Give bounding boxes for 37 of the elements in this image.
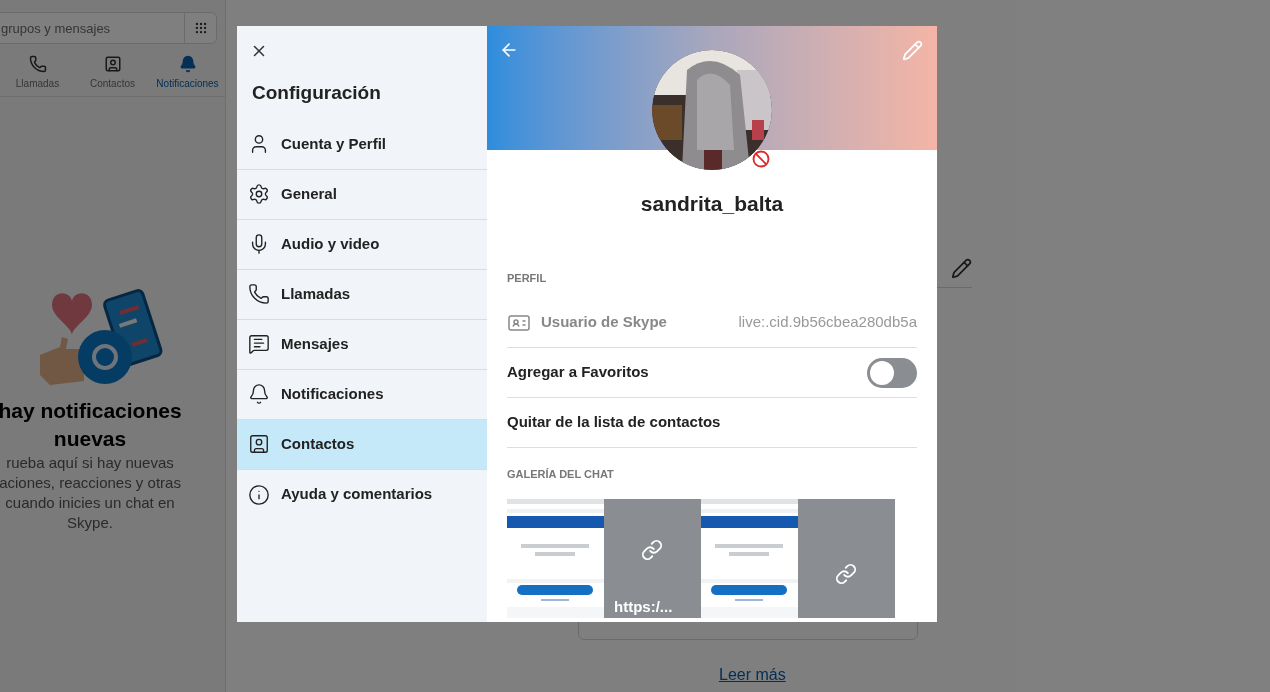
phone-icon: [248, 283, 270, 305]
edit-button[interactable]: [902, 40, 923, 61]
pencil-icon: [951, 258, 972, 279]
settings-nav-item[interactable]: Contactos: [237, 419, 487, 470]
phone-icon: [28, 55, 47, 73]
info-icon: [248, 483, 270, 506]
search-field[interactable]: grupos y mensajes: [0, 12, 217, 44]
remove-contact-button[interactable]: Quitar de la lista de contactos: [507, 398, 917, 448]
field-label: Usuario de Skype: [541, 312, 667, 333]
dialpad-icon: [193, 21, 208, 35]
contact-card-icon: [248, 433, 270, 455]
link-icon: [835, 562, 857, 585]
bell-icon: [248, 383, 270, 405]
contact-card-icon: [103, 55, 122, 73]
read-more-link[interactable]: Leer más: [719, 663, 786, 687]
section-heading: GALERÍA DEL CHAT: [507, 467, 615, 482]
toggle-label: Agregar a Favoritos: [507, 362, 649, 383]
empty-state-text: Skype.: [67, 513, 113, 533]
link-icon: [641, 538, 663, 561]
contact-name: sandrita_balta: [640, 191, 784, 217]
search-input[interactable]: grupos y mensajes: [0, 13, 184, 43]
empty-state-text: cuando inicies un chat en: [5, 493, 175, 513]
pencil-icon: [902, 40, 923, 61]
dialog-title: Configuración: [252, 81, 382, 105]
empty-state-text: aciones, reacciones y otras: [0, 473, 181, 493]
link-url: https:/...: [614, 597, 673, 616]
settings-nav-item[interactable]: Ayuda y comentarios: [237, 469, 487, 520]
empty-state-title: hay notificaciones: [0, 398, 182, 424]
empty-state-title: nuevas: [53, 426, 127, 452]
message-icon: [248, 333, 270, 355]
section-heading: PERFIL: [507, 270, 548, 286]
favorites-toggle[interactable]: [867, 357, 917, 388]
empty-state-text: rueba aquí si hay nuevas: [6, 453, 174, 473]
link-tile[interactable]: [798, 498, 895, 618]
field-value: live:.cid.9b56cbea280db5a: [738, 312, 917, 333]
gear-icon: [248, 183, 270, 205]
bell-icon: [178, 55, 197, 73]
